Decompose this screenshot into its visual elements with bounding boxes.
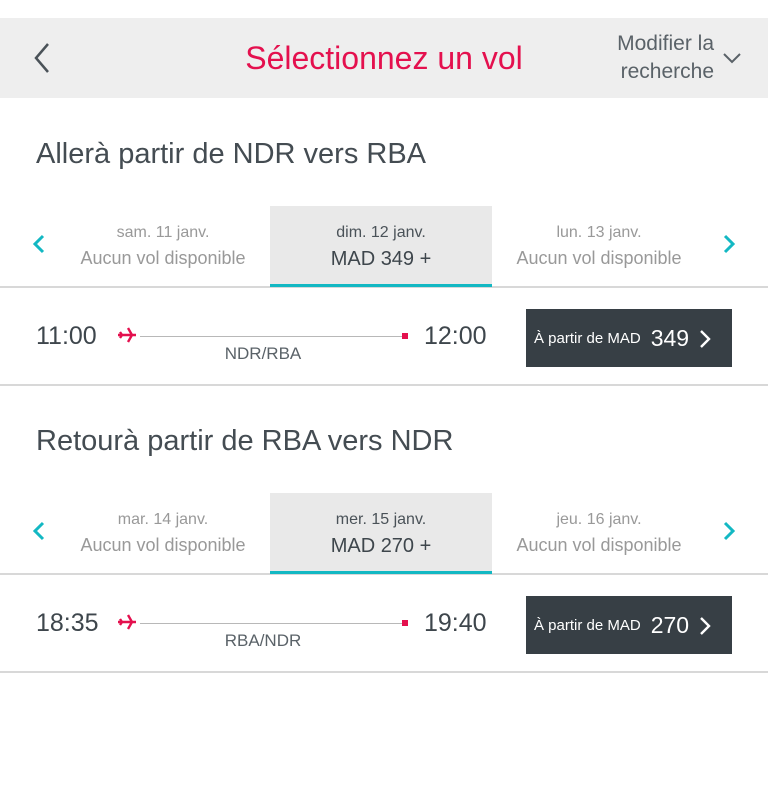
flight-line <box>140 336 402 337</box>
outbound-date-next[interactable]: lun. 13 janv. Aucun vol disponible <box>492 206 706 286</box>
chevron-right-icon <box>723 234 736 254</box>
departure-time: 18:35 <box>36 609 99 637</box>
arrival-time: 12:00 <box>424 322 487 350</box>
chevron-down-icon <box>723 53 741 64</box>
destination-marker <box>402 620 408 626</box>
chevron-right-icon <box>723 521 736 541</box>
plane-icon <box>118 327 136 343</box>
chevron-left-icon <box>32 521 45 541</box>
outbound-prev-date-button[interactable] <box>26 230 54 258</box>
back-button[interactable] <box>24 38 64 78</box>
price-label: À partir de MAD <box>534 616 641 634</box>
price-amount: 270 <box>650 611 690 638</box>
price-label: À partir de MAD <box>534 329 641 347</box>
destination-marker <box>402 333 408 339</box>
return-select-flight-button[interactable]: À partir de MAD 270 <box>526 596 732 654</box>
outbound-date-selector: sam. 11 janv. Aucun vol disponible dim. … <box>0 206 768 288</box>
return-title: Retourà partir de RBA vers NDR <box>36 425 454 457</box>
flight-line <box>140 623 402 624</box>
header-bar: Sélectionnez un vol Modifier la recherch… <box>0 18 768 98</box>
chevron-left-icon <box>34 43 49 73</box>
return-date-selected[interactable]: mer. 15 janv. MAD 270 + <box>270 493 492 574</box>
arrival-time: 19:40 <box>424 609 487 637</box>
return-prev-date-button[interactable] <box>26 517 54 545</box>
outbound-flight-row[interactable]: 11:00 NDR/RBA 12:00 À partir de MAD 349 <box>0 288 768 386</box>
return-date-selector: mar. 14 janv. Aucun vol disponible mer. … <box>0 493 768 575</box>
chevron-right-icon <box>700 617 711 635</box>
outbound-title: Allerà partir de NDR vers RBA <box>36 138 426 170</box>
chevron-left-icon <box>32 234 45 254</box>
outbound-select-flight-button[interactable]: À partir de MAD 349 <box>526 309 732 367</box>
return-flight-row[interactable]: 18:35 RBA/NDR 19:40 À partir de MAD 270 <box>0 575 768 673</box>
departure-time: 11:00 <box>36 322 97 350</box>
chevron-right-icon <box>700 330 711 348</box>
plane-icon <box>118 614 136 630</box>
return-date-next[interactable]: jeu. 16 janv. Aucun vol disponible <box>492 493 706 573</box>
outbound-date-selected[interactable]: dim. 12 janv. MAD 349 + <box>270 206 492 287</box>
outbound-date-prev[interactable]: sam. 11 janv. Aucun vol disponible <box>56 206 270 286</box>
modify-search-label: Modifier la recherche <box>617 32 714 83</box>
outbound-next-date-button[interactable] <box>714 230 742 258</box>
return-date-prev[interactable]: mar. 14 janv. Aucun vol disponible <box>56 493 270 573</box>
modify-search-button[interactable]: Modifier la recherche <box>617 30 742 86</box>
price-amount: 349 <box>650 324 690 351</box>
route-label: NDR/RBA <box>224 344 302 363</box>
return-next-date-button[interactable] <box>714 517 742 545</box>
route-label: RBA/NDR <box>224 631 302 650</box>
